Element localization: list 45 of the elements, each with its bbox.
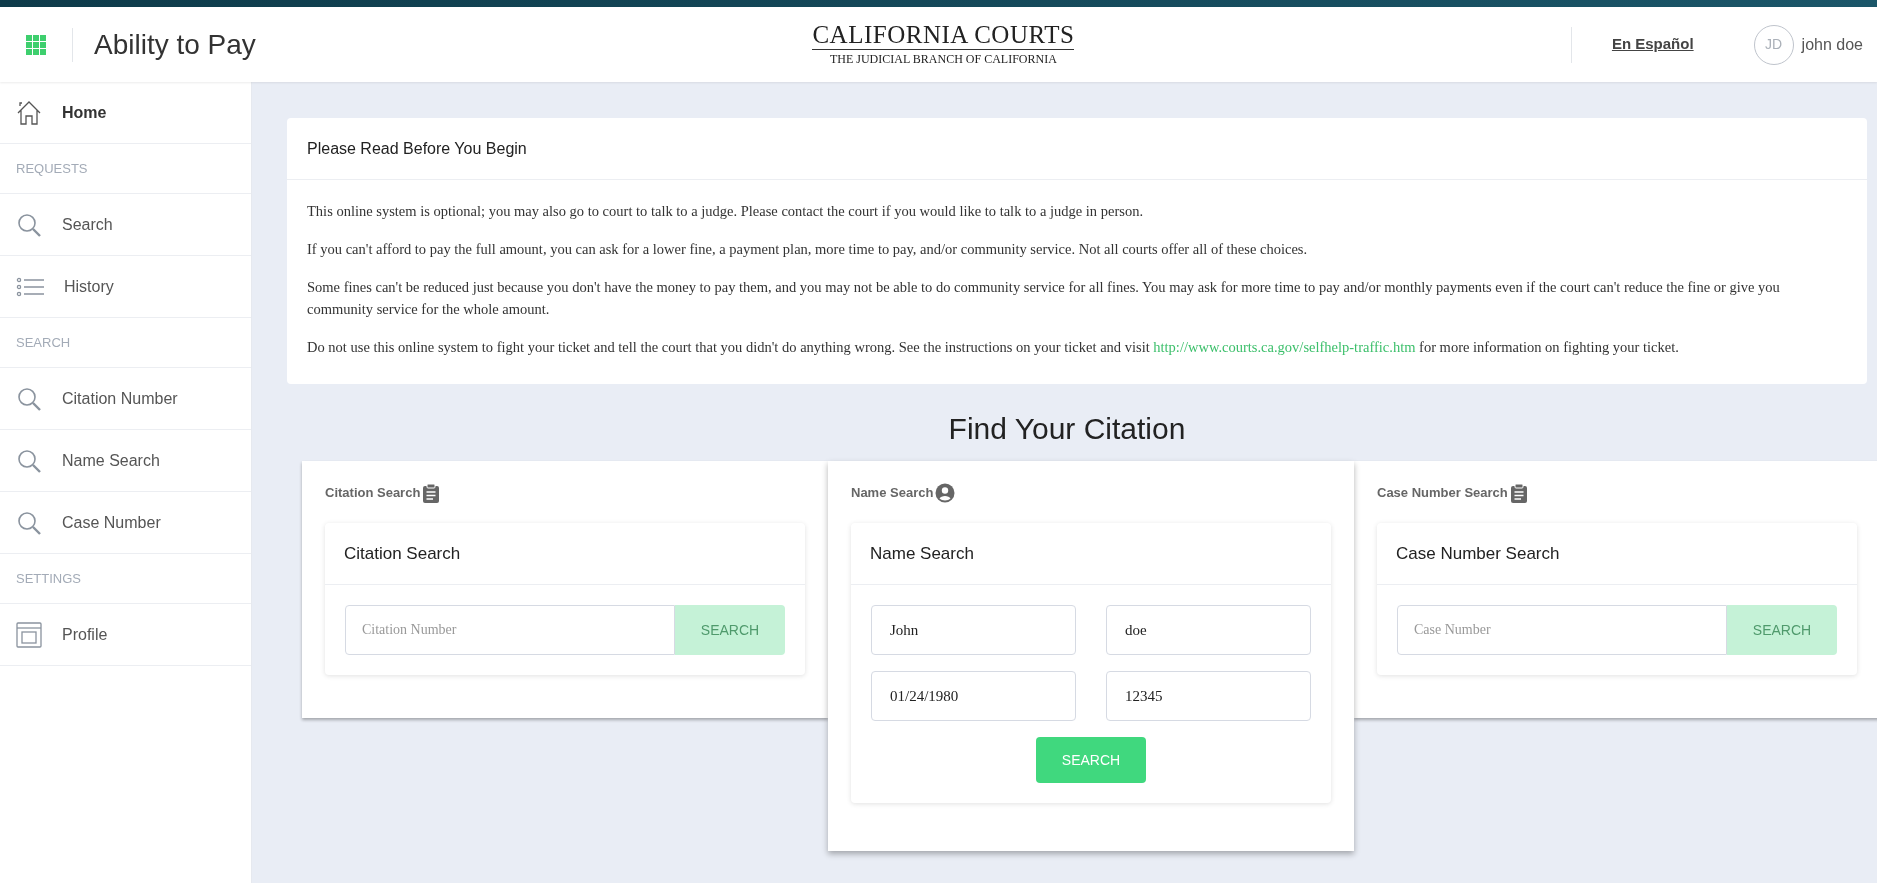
logo-title: CALIFORNIA COURTS (812, 21, 1075, 50)
section-label: REQUESTS (16, 159, 88, 178)
panel-tab-label: Case Number Search (1377, 484, 1508, 503)
user-circle-icon (935, 483, 956, 503)
search-icon (16, 211, 42, 238)
panel-tab-label: Name Search (851, 484, 934, 503)
sidebar-item[interactable]: Citation Number (0, 368, 251, 430)
app-title: Ability to Pay (94, 27, 256, 62)
input-field[interactable]: doe (1106, 605, 1311, 655)
panel-tab-label: Citation Search (325, 484, 421, 503)
search-icon (16, 447, 42, 474)
sidebar-item[interactable]: Case Number (0, 492, 251, 554)
search-field[interactable]: Case Number (1397, 605, 1727, 655)
user-name: john doe (1801, 34, 1863, 55)
input-field[interactable]: 01/24/1980 (871, 671, 1076, 721)
clipboard-icon (422, 483, 441, 503)
input-field[interactable]: 12345 (1106, 671, 1311, 721)
card-title: Name Search (870, 542, 974, 565)
notice-paragraph: This online system is optional; you may also go to court to talk to a judge. Please contact the court if you would like to talk to a judge in person. (307, 202, 1144, 221)
sidebar-item[interactable]: Name Search (0, 430, 251, 492)
sidebar-item[interactable]: Search (0, 194, 251, 256)
search-panel[interactable]: Name Search Name Search John doe 01/24/1980 12345 SEARCH (828, 461, 1354, 851)
section-label: SEARCH (16, 333, 71, 352)
window-icon (16, 621, 42, 648)
list-icon (16, 276, 44, 297)
card-title: Case Number Search (1396, 542, 1560, 565)
sidebar-item[interactable]: History (0, 256, 251, 318)
notice-paragraph: Do not use this online system to fight your ticket and tell the court that you didn't do anything wrong. See the instructions on your ticket and visit http://www.courts.ca.gov/selfhelp-traffic.htm for more information on fighting your ticket. (307, 338, 1680, 357)
notice-paragraph: If you can't afford to pay the full amount, you can ask for a lower fine, a payment plan, more time to pay, and/or community service. Not all courts offer all of these choices. (307, 240, 1309, 259)
clipboard-icon (1509, 483, 1528, 503)
sidebar-item[interactable]: Profile (0, 604, 251, 666)
section-label: SETTINGS (16, 569, 81, 588)
search-icon (16, 509, 42, 536)
search-field[interactable]: Citation Number (345, 605, 675, 655)
card-title: Citation Search (344, 542, 461, 565)
notice-paragraph: Some fines can't be reduced just because you don't have the money to pay them, and you may not be able to do community service for all fines. You may ask for more time to pay and/or monthly payments even if the court can't reduce the fine or give you community service for the whole amount. (307, 278, 1781, 319)
search-icon (16, 385, 42, 412)
house-icon (16, 99, 42, 126)
language-link[interactable]: En Español (1611, 33, 1694, 56)
logo-subtitle: THE JUDICIAL BRANCH OF CALIFORNIA (829, 51, 1057, 68)
apps-grid-icon[interactable] (26, 34, 46, 55)
notice-title: Please Read Before You Begin (307, 138, 527, 159)
sidebar-item[interactable]: Home (0, 82, 251, 144)
input-field[interactable]: John (871, 605, 1076, 655)
section-title: Find Your Citation (948, 411, 1186, 447)
